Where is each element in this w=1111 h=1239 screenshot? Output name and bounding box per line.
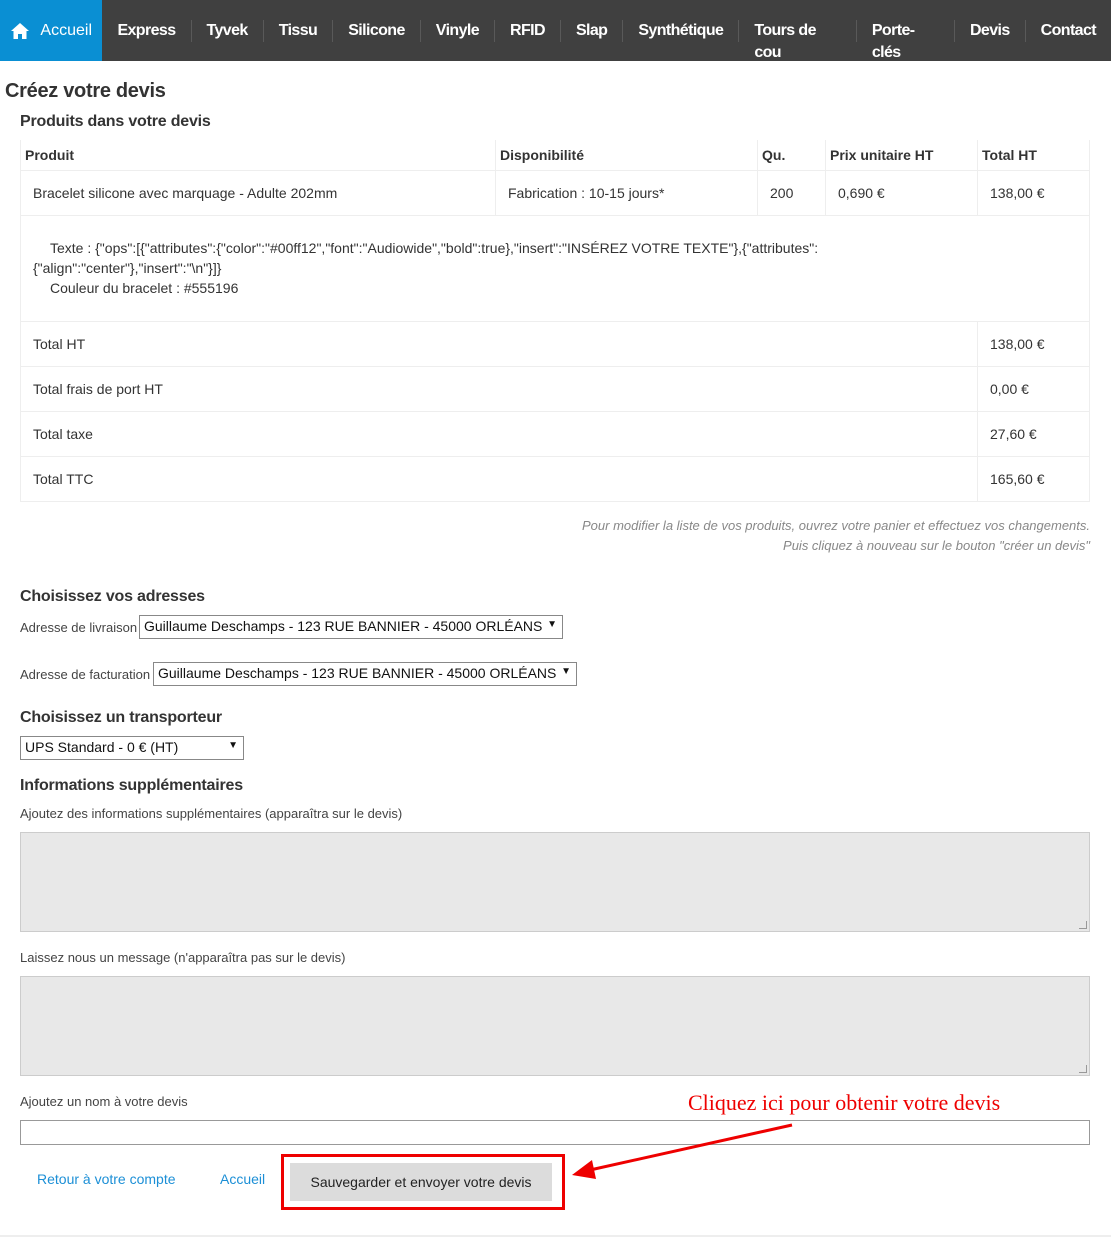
save-send-quote-button[interactable]: Sauvegarder et envoyer votre devis (290, 1163, 552, 1201)
message-label: Laissez nous un message (n'apparaîtra pa… (20, 950, 346, 965)
home-link[interactable]: Accueil (220, 1171, 265, 1187)
cell-qty: 200 (757, 169, 826, 216)
col-header-unit-price: Prix unitaire HT (825, 140, 978, 171)
dropdown-arrow-icon: ▼ (228, 740, 238, 751)
col-header-availability: Disponibilité (495, 140, 758, 171)
total-value: 165,60 € (977, 455, 1090, 502)
cell-total: 138,00 € (977, 169, 1090, 216)
nav-item-slap[interactable]: Slap (561, 19, 624, 42)
total-label: Total taxe (20, 410, 978, 457)
product-options: Texte : {"ops":[{"attributes":{"color":"… (20, 214, 1090, 322)
footer-divider (0, 1235, 1111, 1237)
carrier-select[interactable]: UPS Standard - 0 € (HT) ▼ (20, 736, 244, 760)
nav-item-express[interactable]: Express (102, 19, 192, 42)
resize-handle-icon[interactable] (1079, 921, 1087, 929)
nav-item-tours-de-cou[interactable]: Tours de cou (739, 19, 857, 61)
back-to-account-link[interactable]: Retour à votre compte (37, 1171, 176, 1187)
page-title: Créez votre devis (5, 80, 166, 102)
total-value: 27,60 € (977, 410, 1090, 457)
top-nav: Accueil Express Tyvek Tissu Silicone Vin… (0, 0, 1111, 61)
nav-item-porte-cles[interactable]: Porte-clés (857, 19, 955, 61)
total-label: Total HT (20, 320, 978, 367)
total-row: Total HT 138,00 € (20, 320, 1090, 367)
nav-item-tissu[interactable]: Tissu (264, 19, 334, 42)
options-text-line2: {"align":"center"},"insert":"\n"}]} (33, 260, 222, 276)
resize-handle-icon[interactable] (1079, 1065, 1087, 1073)
dropdown-arrow-icon: ▼ (547, 619, 557, 630)
options-color-line: Couleur du bracelet : #555196 (50, 280, 239, 296)
total-value: 138,00 € (977, 320, 1090, 367)
col-header-total: Total HT (977, 140, 1090, 171)
products-title: Produits dans votre devis (20, 113, 211, 130)
nav-item-vinyle[interactable]: Vinyle (421, 19, 496, 42)
col-header-qty: Qu. (757, 140, 826, 171)
delivery-address-label: Adresse de livraison (20, 620, 138, 635)
callout-arrow-icon (572, 1123, 793, 1179)
quote-name-label: Ajoutez un nom à votre devis (20, 1094, 188, 1109)
total-value: 0,00 € (977, 365, 1090, 412)
total-row: Total TTC 165,60 € (20, 455, 1090, 502)
callout-text: Cliquez ici pour obtenir votre devis (688, 1090, 1001, 1115)
options-text-line1: Texte : {"ops":[{"attributes":{"color":"… (50, 240, 819, 256)
extra-info-label: Ajoutez des informations supplémentaires… (20, 806, 403, 821)
nav-item-tyvek[interactable]: Tyvek (192, 19, 264, 42)
submit-highlight-box: Sauvegarder et envoyer votre devis (281, 1154, 565, 1210)
nav-item-devis[interactable]: Devis (955, 19, 1026, 42)
billing-address-value: Guillaume Deschamps - 123 RUE BANNIER - … (158, 665, 557, 681)
cell-product: Bracelet silicone avec marquage - Adulte… (20, 169, 496, 216)
table-row: Bracelet silicone avec marquage - Adulte… (20, 169, 1090, 216)
delivery-address-select[interactable]: Guillaume Deschamps - 123 RUE BANNIER - … (139, 615, 563, 639)
home-icon (11, 22, 30, 39)
cell-availability: Fabrication : 10-15 jours* (495, 169, 758, 216)
quote-name-input[interactable] (20, 1120, 1090, 1145)
cart-edit-note: Pour modifier la liste de vos produits, … (582, 516, 1090, 556)
carrier-title: Choisissez un transporteur (20, 709, 222, 726)
carrier-value: UPS Standard - 0 € (HT) (25, 739, 179, 755)
col-header-product: Produit (20, 140, 496, 171)
dropdown-arrow-icon: ▼ (561, 666, 571, 677)
nav-item-rfid[interactable]: RFID (495, 19, 561, 42)
cell-unit-price: 0,690 € (825, 169, 978, 216)
total-row: Total frais de port HT 0,00 € (20, 365, 1090, 412)
addresses-title: Choisissez vos adresses (20, 588, 205, 605)
note-line: Puis cliquez à nouveau sur le bouton "cr… (783, 538, 1090, 553)
billing-address-label: Adresse de facturation (20, 667, 151, 682)
total-label: Total TTC (20, 455, 978, 502)
nav-home[interactable]: Accueil (0, 0, 103, 61)
table-header-row: Produit Disponibilité Qu. Prix unitaire … (20, 140, 1090, 171)
options-row: Texte : {"ops":[{"attributes":{"color":"… (20, 214, 1090, 322)
extra-info-title: Informations supplémentaires (20, 777, 243, 794)
nav-item-synthetique[interactable]: Synthétique (623, 19, 740, 42)
billing-address-select[interactable]: Guillaume Deschamps - 123 RUE BANNIER - … (153, 662, 577, 686)
message-textarea[interactable] (20, 976, 1090, 1076)
nav-item-silicone[interactable]: Silicone (333, 19, 421, 42)
note-line: Pour modifier la liste de vos produits, … (582, 518, 1090, 533)
total-row: Total taxe 27,60 € (20, 410, 1090, 457)
delivery-address-value: Guillaume Deschamps - 123 RUE BANNIER - … (144, 618, 543, 634)
nav-item-contact[interactable]: Contact (1026, 20, 1111, 42)
nav-home-label: Accueil (40, 21, 92, 39)
quote-table: Produit Disponibilité Qu. Prix unitaire … (20, 140, 1090, 502)
total-label: Total frais de port HT (20, 365, 978, 412)
extra-info-textarea[interactable] (20, 832, 1090, 932)
